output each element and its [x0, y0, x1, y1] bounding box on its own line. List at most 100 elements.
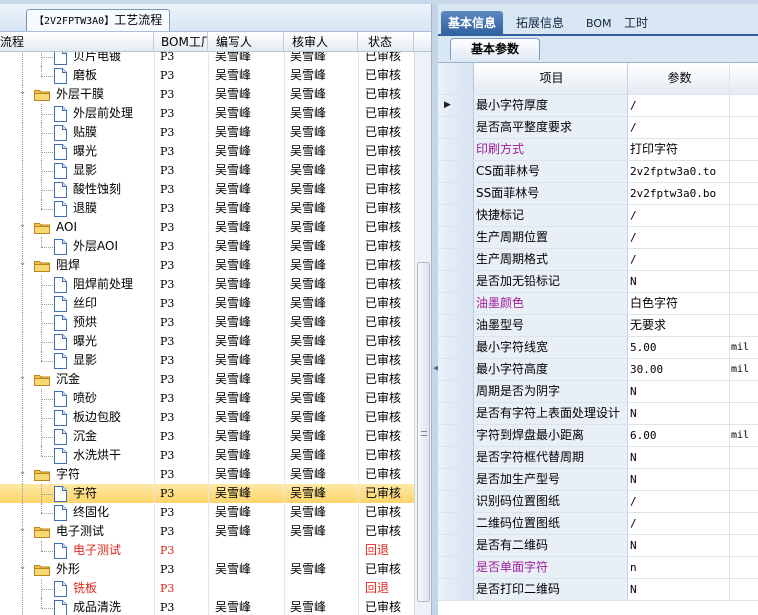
column-header-item[interactable]: 项目: [474, 63, 628, 94]
subtab-basic-params[interactable]: 基本参数: [450, 38, 540, 60]
tree-row[interactable]: ⌄ 字符 P3 吴雪峰 吴雪峰 已审核: [0, 465, 414, 484]
param-value[interactable]: 2v2fptw3a0.to: [628, 161, 730, 182]
row-indicator[interactable]: [438, 337, 474, 358]
param-value[interactable]: N: [628, 403, 730, 424]
param-value[interactable]: /: [628, 205, 730, 226]
row-indicator[interactable]: [438, 535, 474, 556]
row-indicator[interactable]: [438, 249, 474, 270]
row-indicator[interactable]: [438, 381, 474, 402]
expand-chevron-icon[interactable]: ⌄: [18, 221, 27, 230]
tree-row[interactable]: 丝印 P3 吴雪峰 吴雪峰 已审核: [0, 294, 414, 313]
expand-chevron-icon[interactable]: ⌄: [18, 525, 27, 534]
param-value[interactable]: 30.00: [628, 359, 730, 380]
param-row[interactable]: ▶ 最小字符厚度 /: [438, 95, 758, 117]
param-value[interactable]: 无要求: [628, 315, 730, 336]
param-row[interactable]: 周期是否为阴字 N: [438, 381, 758, 403]
param-row[interactable]: 油墨型号 无要求: [438, 315, 758, 337]
param-value[interactable]: /: [628, 491, 730, 512]
param-row[interactable]: 是否高平整度要求 /: [438, 117, 758, 139]
tree-row[interactable]: 曝光 P3 吴雪峰 吴雪峰 已审核: [0, 332, 414, 351]
column-header-param[interactable]: 参数: [628, 63, 730, 94]
tab-basic-info[interactable]: 基本信息: [441, 11, 503, 36]
param-value[interactable]: 2v2fptw3a0.bo: [628, 183, 730, 204]
param-value[interactable]: /: [628, 513, 730, 534]
tree-row[interactable]: 外层前处理 P3 吴雪峰 吴雪峰 已审核: [0, 104, 414, 123]
param-row[interactable]: CS面菲林号 2v2fptw3a0.to: [438, 161, 758, 183]
param-value[interactable]: 6.00: [628, 425, 730, 446]
param-row[interactable]: 识别码位置图纸 /: [438, 491, 758, 513]
param-row[interactable]: 是否加无铅标记 N: [438, 271, 758, 293]
param-row[interactable]: 二维码位置图纸 /: [438, 513, 758, 535]
param-row[interactable]: 是否有字符上表面处理设计 N: [438, 403, 758, 425]
tree-scrollbar[interactable]: [414, 52, 431, 615]
tree-row[interactable]: 板边包胶 P3 吴雪峰 吴雪峰 已审核: [0, 408, 414, 427]
column-header-bom[interactable]: BOM工厂: [154, 32, 208, 52]
param-row[interactable]: 字符到焊盘最小距离 6.00 mil: [438, 425, 758, 447]
param-value[interactable]: N: [628, 447, 730, 468]
tree-row[interactable]: 字符 P3 吴雪峰 吴雪峰 已审核: [0, 484, 414, 503]
row-indicator[interactable]: ▶: [438, 95, 474, 116]
tree-row[interactable]: 终固化 P3 吴雪峰 吴雪峰 已审核: [0, 503, 414, 522]
param-value[interactable]: N: [628, 381, 730, 402]
expand-chevron-icon[interactable]: ⌄: [18, 373, 27, 382]
tree-row[interactable]: 酸性蚀刻 P3 吴雪峰 吴雪峰 已审核: [0, 180, 414, 199]
column-header-writer[interactable]: 编写人: [208, 32, 284, 52]
tree-row[interactable]: 铣板 P3 回退: [0, 579, 414, 598]
row-indicator[interactable]: [438, 205, 474, 226]
tree-row[interactable]: 水洗烘干 P3 吴雪峰 吴雪峰 已审核: [0, 446, 414, 465]
param-row[interactable]: 快捷标记 /: [438, 205, 758, 227]
expand-chevron-icon[interactable]: ⌄: [18, 563, 27, 572]
expand-chevron-icon[interactable]: ⌄: [18, 259, 27, 268]
param-row[interactable]: 是否字符框代替周期 N: [438, 447, 758, 469]
row-indicator[interactable]: [438, 557, 474, 578]
param-row[interactable]: 生产周期位置 /: [438, 227, 758, 249]
tree-row[interactable]: 阻焊前处理 P3 吴雪峰 吴雪峰 已审核: [0, 275, 414, 294]
tab-work-hours[interactable]: 工时: [624, 11, 648, 36]
tree-row[interactable]: 磨板 P3 吴雪峰 吴雪峰 已审核: [0, 66, 414, 85]
param-value[interactable]: 白色字符: [628, 293, 730, 314]
param-value[interactable]: 打印字符: [628, 139, 730, 160]
column-header-status[interactable]: 状态: [358, 32, 414, 52]
param-row[interactable]: 是否单面字符 n: [438, 557, 758, 579]
tree-row[interactable]: 显影 P3 吴雪峰 吴雪峰 已审核: [0, 161, 414, 180]
param-value[interactable]: N: [628, 579, 730, 600]
param-value[interactable]: N: [628, 271, 730, 292]
tree-row[interactable]: 预烘 P3 吴雪峰 吴雪峰 已审核: [0, 313, 414, 332]
tree-row[interactable]: 成品清洗 P3 吴雪峰 吴雪峰 已审核: [0, 598, 414, 615]
row-indicator[interactable]: [438, 227, 474, 248]
param-value[interactable]: N: [628, 469, 730, 490]
tree-row[interactable]: 曝光 P3 吴雪峰 吴雪峰 已审核: [0, 142, 414, 161]
tree-scrollbar-thumb[interactable]: [417, 262, 430, 602]
param-value[interactable]: /: [628, 249, 730, 270]
param-row[interactable]: 油墨颜色 白色字符: [438, 293, 758, 315]
param-row[interactable]: SS面菲林号 2v2fptw3a0.bo: [438, 183, 758, 205]
tab-extended-info[interactable]: 拓展信息: [516, 11, 564, 36]
param-value[interactable]: N: [628, 535, 730, 556]
param-row[interactable]: 生产周期格式 /: [438, 249, 758, 271]
row-indicator[interactable]: [438, 359, 474, 380]
tab-process-flow[interactable]: 【2V2FPTW3A0】工艺流程: [26, 9, 171, 31]
row-indicator[interactable]: [438, 117, 474, 138]
param-row[interactable]: 印刷方式 打印字符: [438, 139, 758, 161]
tree-row[interactable]: 外层AOI P3 吴雪峰 吴雪峰 已审核: [0, 237, 414, 256]
param-value[interactable]: /: [628, 95, 730, 116]
param-value[interactable]: n: [628, 557, 730, 578]
param-row[interactable]: 是否有二维码 N: [438, 535, 758, 557]
param-value[interactable]: /: [628, 117, 730, 138]
tree-row[interactable]: 电子测试 P3 回退: [0, 541, 414, 560]
row-indicator[interactable]: [438, 293, 474, 314]
tree-row[interactable]: ⌄ 外形 P3 吴雪峰 吴雪峰 已审核: [0, 560, 414, 579]
tree-row[interactable]: 贴膜 P3 吴雪峰 吴雪峰 已审核: [0, 123, 414, 142]
expand-chevron-icon[interactable]: ⌄: [18, 88, 27, 97]
row-indicator[interactable]: [438, 139, 474, 160]
row-indicator[interactable]: [438, 183, 474, 204]
row-indicator[interactable]: [438, 271, 474, 292]
tab-bom[interactable]: BOM: [586, 11, 612, 36]
tree-row[interactable]: 沉金 P3 吴雪峰 吴雪峰 已审核: [0, 427, 414, 446]
row-indicator[interactable]: [438, 403, 474, 424]
tree-row[interactable]: ⌄ 阻焊 P3 吴雪峰 吴雪峰 已审核: [0, 256, 414, 275]
param-row[interactable]: 最小字符高度 30.00 mil: [438, 359, 758, 381]
tree-row[interactable]: ⌄ 外层干膜 P3 吴雪峰 吴雪峰 已审核: [0, 85, 414, 104]
tree-row[interactable]: ⌄ AOI P3 吴雪峰 吴雪峰 已审核: [0, 218, 414, 237]
param-row[interactable]: 是否加生产型号 N: [438, 469, 758, 491]
